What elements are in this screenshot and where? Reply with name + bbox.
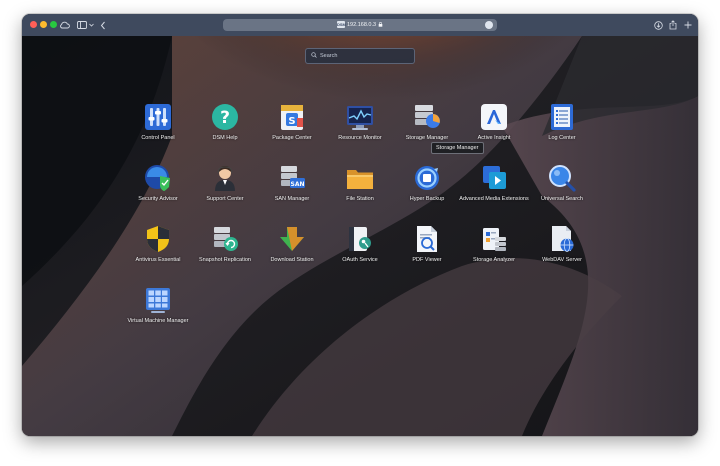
app-storage-manager[interactable]: Storage Manager <box>392 102 462 142</box>
resource-monitor-icon <box>345 102 375 132</box>
control-panel-icon <box>143 102 173 132</box>
advanced-media-extensions-icon <box>479 163 509 193</box>
support-center-icon <box>210 163 240 193</box>
app-oauth-service[interactable]: OAuth Service <box>325 224 395 264</box>
app-san-manager[interactable]: SAN SAN Manager <box>257 163 327 203</box>
app-label: Control Panel <box>141 135 175 141</box>
svg-text:?: ? <box>220 108 230 128</box>
app-virtual-machine-manager[interactable]: Virtual Machine Manager <box>123 285 193 325</box>
svg-text:SAN: SAN <box>291 181 305 188</box>
webdav-server-icon <box>547 224 577 254</box>
browser-toolbar: DSM 192.168.0.3 <box>22 14 698 36</box>
app-pdf-viewer[interactable]: PDF Viewer <box>392 224 462 264</box>
storage-manager-icon <box>412 102 442 132</box>
antivirus-icon <box>143 224 173 254</box>
security-advisor-icon <box>143 163 173 193</box>
virtual-machine-manager-icon <box>143 285 173 315</box>
app-download-station[interactable]: Download Station <box>257 224 327 264</box>
search-placeholder: Search <box>320 53 338 59</box>
app-support-center[interactable]: Support Center <box>190 163 260 203</box>
app-label: Active Insight <box>477 135 511 141</box>
app-label: Hyper Backup <box>409 196 445 202</box>
app-universal-search[interactable]: Universal Search <box>527 163 597 203</box>
log-center-icon <box>547 102 577 132</box>
app-label: Log Center <box>548 135 576 141</box>
app-hyper-backup[interactable]: Hyper Backup <box>392 163 462 203</box>
back-arrow-icon[interactable] <box>99 17 107 33</box>
app-label: SAN Manager <box>274 196 310 202</box>
app-label: Storage Analyzer <box>473 257 515 263</box>
app-label: Advanced Media Extensions <box>459 196 529 202</box>
app-security-advisor[interactable]: Security Advisor <box>123 163 193 203</box>
app-label: WebDAV Server <box>542 257 582 263</box>
oauth-service-icon <box>345 224 375 254</box>
search-icon <box>311 52 317 58</box>
app-label: DSM Help <box>212 135 238 141</box>
reload-icon[interactable] <box>485 21 493 29</box>
app-package-center[interactable]: S Package Center <box>257 102 327 142</box>
app-label: Antivirus Essential <box>135 257 181 263</box>
storage-manager-tooltip: Storage Manager <box>431 142 484 154</box>
downloads-icon[interactable] <box>652 17 664 33</box>
app-log-center[interactable]: Log Center <box>527 102 597 142</box>
maximize-window-button[interactable] <box>50 21 57 28</box>
svg-text:S: S <box>288 116 295 127</box>
pdf-viewer-icon <box>412 224 442 254</box>
app-label: PDF Viewer <box>412 257 442 263</box>
browser-window: DSM 192.168.0.3 Search Control Panel ? D… <box>22 14 698 436</box>
file-station-icon <box>345 163 375 193</box>
san-manager-icon: SAN <box>277 163 307 193</box>
app-resource-monitor[interactable]: Resource Monitor <box>325 102 395 142</box>
app-label: Support Center <box>206 196 244 202</box>
search-bar[interactable]: Search <box>305 48 415 64</box>
new-tab-icon[interactable] <box>682 17 694 33</box>
app-snapshot-replication[interactable]: Snapshot Replication <box>190 224 260 264</box>
app-dsm-help[interactable]: ? DSM Help <box>190 102 260 142</box>
app-label: Universal Search <box>541 196 583 202</box>
address-bar[interactable]: DSM 192.168.0.3 <box>223 19 497 31</box>
app-file-station[interactable]: File Station <box>325 163 395 203</box>
minimize-window-button[interactable] <box>40 21 47 28</box>
app-webdav-server[interactable]: WebDAV Server <box>527 224 597 264</box>
universal-search-icon <box>547 163 577 193</box>
app-label: Snapshot Replication <box>199 257 251 263</box>
share-icon[interactable] <box>667 17 679 33</box>
app-label: Security Advisor <box>138 196 178 202</box>
dsm-desktop: Search Control Panel ? DSM Help S Packag… <box>22 36 698 436</box>
app-active-insight[interactable]: Active Insight <box>459 102 529 142</box>
active-insight-icon <box>479 102 509 132</box>
app-control-panel[interactable]: Control Panel <box>123 102 193 142</box>
app-antivirus-essential[interactable]: Antivirus Essential <box>123 224 193 264</box>
app-label: OAuth Service <box>342 257 378 263</box>
snapshot-replication-icon <box>210 224 240 254</box>
lock-icon <box>378 21 382 27</box>
sidebar-toggle-icon[interactable] <box>76 17 88 33</box>
site-badge-icon: DSM <box>337 21 346 28</box>
package-center-icon: S <box>277 102 307 132</box>
url-text: 192.168.0.3 <box>347 19 383 31</box>
chevron-down-icon[interactable] <box>88 17 94 33</box>
app-advanced-media-extensions[interactable]: Advanced Media Extensions <box>459 163 529 203</box>
icloud-icon[interactable] <box>58 17 70 33</box>
help-icon: ? <box>210 102 240 132</box>
app-label: Storage Manager <box>405 135 449 141</box>
app-label: Package Center <box>272 135 312 141</box>
close-window-button[interactable] <box>30 21 37 28</box>
app-label: Download Station <box>270 257 314 263</box>
storage-analyzer-icon <box>479 224 509 254</box>
hyper-backup-icon <box>412 163 442 193</box>
app-label: Resource Monitor <box>338 135 382 141</box>
download-station-icon <box>277 224 307 254</box>
app-label: Virtual Machine Manager <box>127 318 189 324</box>
app-storage-analyzer[interactable]: Storage Analyzer <box>459 224 529 264</box>
app-label: File Station <box>346 196 374 202</box>
